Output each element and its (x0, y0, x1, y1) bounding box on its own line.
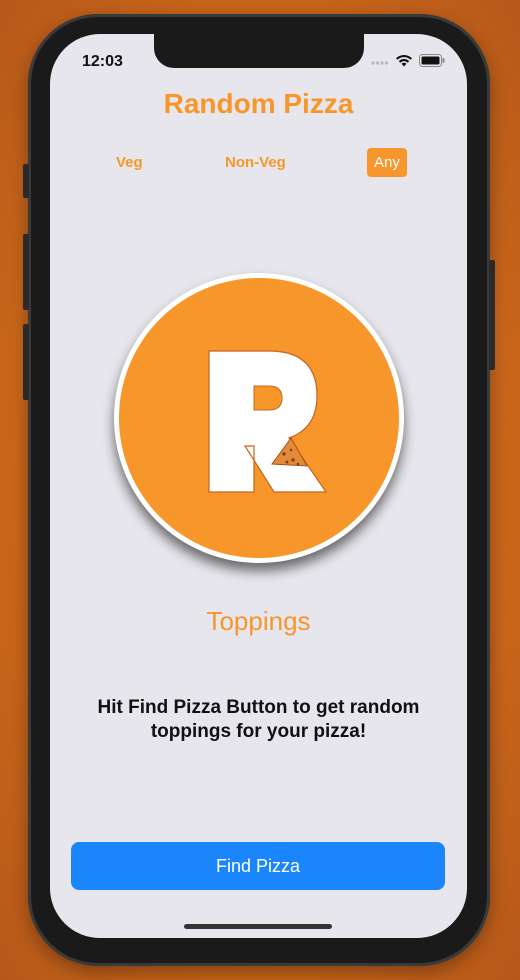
page-title: Random Pizza (163, 88, 354, 119)
app-screen: 12:03 Random Pizza Veg Non-Veg Any Toppi… (50, 34, 467, 938)
status-icons (371, 54, 445, 72)
find-pizza-button[interactable]: Find Pizza (71, 842, 445, 890)
battery-icon (419, 54, 445, 72)
toppings-heading: Toppings (206, 606, 311, 636)
pizza-logo (114, 273, 404, 563)
mute-switch (23, 164, 29, 198)
filter-non-veg[interactable]: Non-Veg (225, 154, 286, 171)
logo-circle (119, 278, 399, 558)
volume-up-button (23, 234, 29, 310)
filter-any[interactable]: Any (367, 148, 407, 177)
volume-down-button (23, 324, 29, 400)
home-indicator[interactable] (184, 924, 332, 929)
notch (154, 34, 364, 68)
r-letter-icon (208, 350, 328, 493)
wifi-icon (395, 54, 413, 72)
instruction-text: Hit Find Pizza Button to get random topp… (97, 697, 420, 742)
filter-veg[interactable]: Veg (116, 154, 143, 171)
status-time: 12:03 (82, 53, 123, 70)
power-button (489, 260, 495, 370)
signal-icon (371, 54, 389, 72)
